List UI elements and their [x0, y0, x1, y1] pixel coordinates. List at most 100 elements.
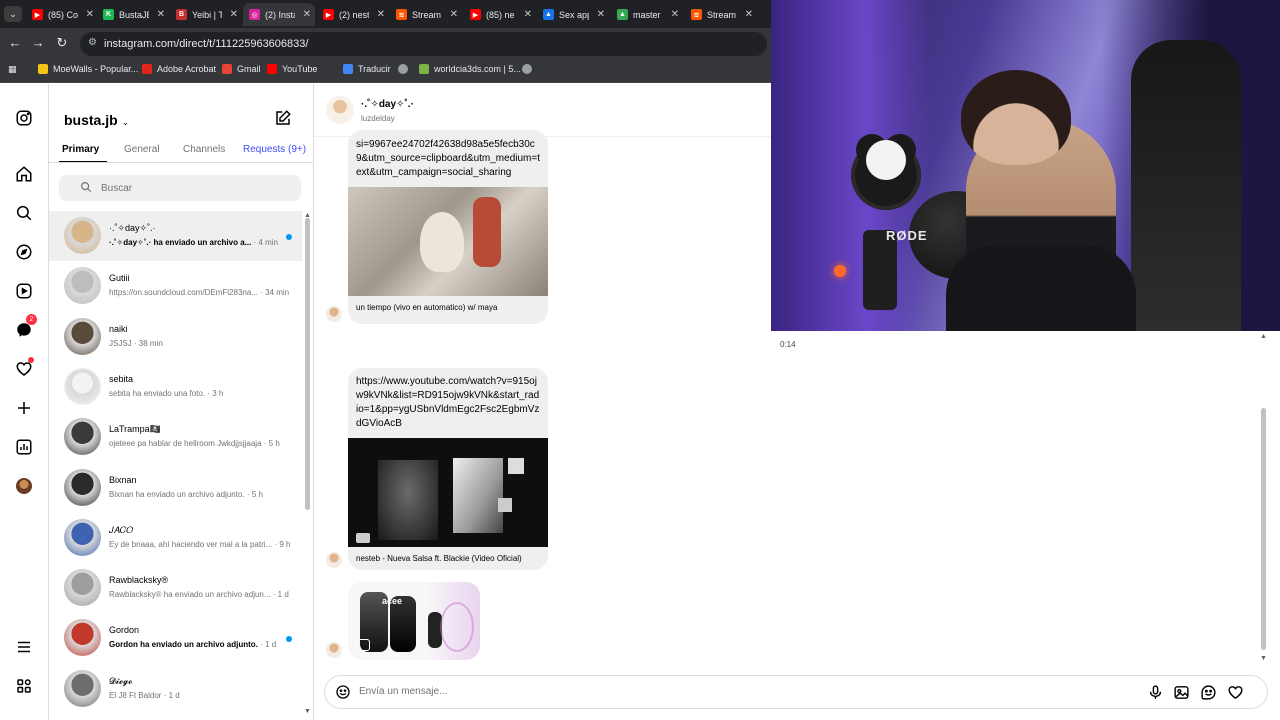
search-icon[interactable] [13, 202, 35, 224]
messages-icon[interactable]: 2 [13, 314, 37, 341]
menu-icon[interactable] [13, 636, 35, 658]
instagram-logo-icon[interactable] [13, 107, 35, 129]
conversation-item[interactable]: Bixnan Bixnan ha enviado un archivo adjun… [49, 463, 302, 513]
close-tab-icon[interactable]: ✕ [377, 9, 385, 20]
browser-tab[interactable]: ▶ (85) ne ✕ [464, 3, 536, 26]
preview-text: Gordon ha enviado un archivo adjunto. [109, 640, 258, 650]
conversation-avatar [64, 518, 101, 556]
like-heart-icon[interactable] [1227, 684, 1244, 701]
forward-icon[interactable]: → [29, 35, 47, 50]
tab-general[interactable]: General [124, 144, 160, 155]
browser-tab[interactable]: ▶ (85) Co ✕ [26, 3, 98, 26]
conversation-preview: Rawblacksky® ha enviado un archivo adjun… [109, 590, 294, 599]
tab-search-button[interactable]: ⌄ [4, 6, 22, 22]
close-tab-icon[interactable]: ✕ [157, 9, 165, 20]
close-tab-icon[interactable]: ✕ [597, 9, 605, 20]
bookmark-favicon-icon [522, 64, 532, 74]
message-caption: un tiempo (vivo en automatico) w/ maya [356, 303, 498, 312]
dashboard-icon[interactable] [13, 436, 35, 458]
reels-icon[interactable] [13, 280, 35, 302]
conversation-preview: Gordon ha enviado un archivo adjunto. · … [109, 640, 294, 649]
browser-tab[interactable]: ▶ (2) nest ✕ [317, 3, 389, 26]
conversation-item[interactable]: Rawblacksky® Rawblacksky® ha enviado un a… [49, 563, 302, 613]
bookmark-item[interactable]: Gmail [222, 64, 261, 74]
bookmark-item[interactable]: Traducir [343, 64, 391, 74]
conversation-item[interactable]: ·.˚✧day✧˚.· ·.˚✧day✧˚.· ha enviado un arc… [49, 211, 302, 261]
site-info-icon[interactable]: ⚙ [88, 37, 97, 48]
chat-scroll-down-arrow[interactable]: ▼ [1260, 655, 1267, 662]
image-icon[interactable] [1173, 684, 1190, 701]
bookmark-item[interactable]: Adobe Acrobat [142, 64, 216, 74]
profile-avatar-icon[interactable] [13, 475, 35, 497]
back-icon[interactable]: ← [6, 35, 24, 50]
close-tab-icon[interactable]: ✕ [450, 9, 458, 20]
scroll-down-arrow[interactable]: ▼ [304, 708, 311, 715]
message-preview-image[interactable] [348, 187, 548, 296]
close-tab-icon[interactable]: ✕ [86, 9, 94, 20]
chat-scrollbar[interactable] [1261, 408, 1266, 650]
explore-icon[interactable] [13, 241, 35, 263]
browser-tab[interactable]: K BustaJB ✕ [97, 3, 169, 26]
search-input[interactable]: Buscar [59, 175, 301, 201]
also-from-meta-icon[interactable] [13, 675, 35, 697]
bookmark-item[interactable] [398, 64, 413, 74]
chat-contact-name[interactable]: ·.˚✧day✧˚.· [361, 99, 414, 110]
close-tab-icon[interactable]: ✕ [524, 9, 532, 20]
message-composer[interactable]: Envía un mensaje... [324, 675, 1268, 709]
conversation-item[interactable]: Gordon Gordon ha enviado un archivo adjun… [49, 613, 302, 663]
close-tab-icon[interactable]: ✕ [303, 9, 311, 20]
notifications-icon[interactable] [13, 357, 35, 380]
conversation-item[interactable]: 𝐽𝐴𝐶𝑂 Ey de bnaaa, ahí haciendo ver mal a … [49, 513, 302, 563]
browser-tab[interactable]: ▲ Sex app ✕ [537, 3, 609, 26]
bookmark-item[interactable]: MoeWalls - Popular... [38, 64, 138, 74]
sender-avatar[interactable] [326, 642, 342, 658]
message-link-text[interactable]: https://www.youtube.com/watch?v=915ojw9k… [348, 368, 548, 438]
new-message-icon[interactable] [274, 109, 292, 127]
browser-tab[interactable]: B Yeibi | T ✕ [170, 3, 242, 26]
message-link-text[interactable]: si=9967ee24702f42638d98a5e5fecb30c9&utm_… [348, 130, 548, 187]
close-tab-icon[interactable]: ✕ [745, 9, 753, 20]
conversation-item[interactable]: 𝓓𝓲𝓮𝓰𝓸 El J8 Ft Baldor · 1 d [49, 664, 302, 714]
tab-channels[interactable]: Channels [183, 144, 225, 155]
conversation-item[interactable]: Gutiii https://on.soundcloud.com/DEmFl283… [49, 261, 302, 311]
unread-dot [286, 234, 292, 240]
account-switcher[interactable]: busta.jb ⌄ [64, 112, 129, 128]
browser-tab[interactable]: ≋ Stream ✕ [685, 3, 757, 26]
close-tab-icon[interactable]: ✕ [230, 9, 238, 20]
message-bubble[interactable]: si=9967ee24702f42638d98a5e5fecb30c9&utm_… [348, 130, 548, 324]
message-preview-image[interactable] [348, 438, 548, 547]
browser-tab[interactable]: ≋ Stream ✕ [390, 3, 462, 26]
close-tab-icon[interactable]: ✕ [671, 9, 679, 20]
browser-tab[interactable]: ▲ master ✕ [611, 3, 683, 26]
tab-favicon-icon: ▶ [32, 9, 43, 20]
reload-icon[interactable]: ↻ [53, 35, 71, 51]
conversation-item[interactable]: LaTrampa🏴‍☠️ ojeteee pa hablar de hellroo… [49, 412, 302, 462]
bookmark-item[interactable]: YouTube [267, 64, 317, 74]
chat-scroll-up-arrow[interactable]: ▲ [1260, 333, 1267, 340]
conversation-item[interactable]: naiki JSJSJ · 38 min [49, 312, 302, 362]
sender-avatar[interactable] [326, 306, 342, 322]
apps-icon[interactable]: ▦ [8, 64, 17, 75]
browser-tab[interactable]: ◎ (2) Insta ✕ [243, 3, 315, 26]
emoji-icon[interactable] [335, 684, 351, 700]
home-icon[interactable] [13, 163, 35, 185]
tab-requests[interactable]: Requests (9+) [243, 144, 306, 155]
reel-icon [356, 639, 370, 651]
tab-favicon-icon: ≋ [396, 9, 407, 20]
create-icon[interactable] [13, 397, 35, 419]
tab-primary[interactable]: Primary [62, 144, 99, 155]
bookmark-item[interactable] [522, 64, 537, 74]
inbox-scrollbar[interactable] [305, 218, 310, 510]
reel-attachment[interactable]: acee [348, 582, 480, 660]
bookmark-item[interactable]: worldcia3ds.com | 5... [419, 64, 521, 74]
sender-avatar[interactable] [326, 552, 342, 568]
message-bubble[interactable]: https://www.youtube.com/watch?v=915ojw9k… [348, 368, 548, 570]
bookmark-favicon-icon [142, 64, 152, 74]
chat-avatar[interactable] [326, 96, 354, 124]
sticker-icon[interactable] [1200, 684, 1217, 701]
tab-favicon-icon: K [103, 9, 114, 20]
conversation-item[interactable]: sebita sebita ha enviado una foto. · 3 h [49, 362, 302, 412]
microphone-icon[interactable] [1147, 684, 1164, 701]
address-bar[interactable]: ⚙ instagram.com/direct/t/111225963606833… [80, 32, 767, 56]
notification-dot [28, 357, 34, 363]
